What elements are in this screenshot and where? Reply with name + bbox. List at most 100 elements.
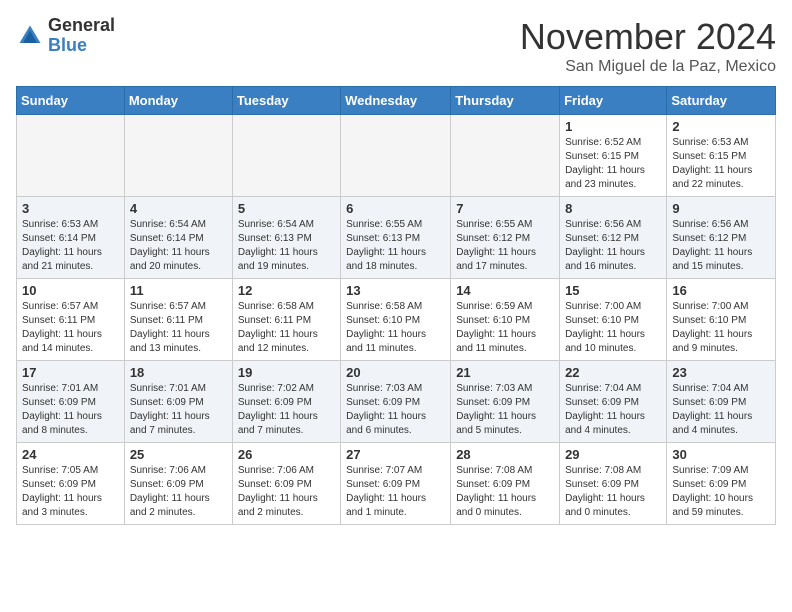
calendar-day-cell: 11Sunrise: 6:57 AM Sunset: 6:11 PM Dayli…: [124, 279, 232, 361]
day-number: 7: [456, 201, 554, 216]
calendar-day-cell: 21 Sunrise: 7:03 AM Sunset: 6:09 PM Dayli…: [451, 361, 560, 443]
day-number: 6: [346, 201, 445, 216]
logo-text: General Blue: [48, 16, 115, 56]
day-number: 24: [22, 447, 119, 462]
day-info: Sunrise: 6:54 AM Sunset: 6:13 PM Dayligh…: [238, 218, 335, 274]
calendar-day-cell: 4Sunrise: 6:54 AM Sunset: 6:14 PM Daylig…: [124, 197, 232, 279]
day-info: Sunrise: 7:03 AM Sunset: 6:09 PM Dayligh…: [456, 382, 554, 438]
day-number: 15: [565, 283, 661, 298]
calendar-day-cell: 2 Sunrise: 6:53 AM Sunset: 6:15 PM Daylig…: [667, 115, 776, 197]
calendar-day-cell: 26 Sunrise: 7:06 AM Sunset: 6:09 PM Dayli…: [232, 443, 340, 525]
day-number: 30: [672, 447, 770, 462]
day-number: 21: [456, 365, 554, 380]
calendar-day-cell: 7Sunrise: 6:55 AM Sunset: 6:12 PM Daylig…: [451, 197, 560, 279]
weekday-header-row: SundayMondayTuesdayWednesdayThursdayFrid…: [17, 87, 776, 115]
weekday-header-friday: Friday: [560, 87, 667, 115]
day-info: Sunrise: 7:02 AM Sunset: 6:09 PM Dayligh…: [238, 382, 335, 438]
calendar-week-row: 3 Sunrise: 6:53 AM Sunset: 6:14 PM Daylig…: [17, 197, 776, 279]
day-info: Sunrise: 6:56 AM Sunset: 6:12 PM Dayligh…: [672, 218, 770, 274]
calendar-day-cell: [451, 115, 560, 197]
day-info: Sunrise: 7:01 AM Sunset: 6:09 PM Dayligh…: [22, 382, 119, 438]
calendar-day-cell: [17, 115, 125, 197]
weekday-header-monday: Monday: [124, 87, 232, 115]
day-info: Sunrise: 7:07 AM Sunset: 6:09 PM Dayligh…: [346, 464, 445, 520]
calendar-week-row: 1 Sunrise: 6:52 AM Sunset: 6:15 PM Daylig…: [17, 115, 776, 197]
day-info: Sunrise: 7:08 AM Sunset: 6:09 PM Dayligh…: [456, 464, 554, 520]
calendar-day-cell: [232, 115, 340, 197]
day-info: Sunrise: 7:05 AM Sunset: 6:09 PM Dayligh…: [22, 464, 119, 520]
day-number: 9: [672, 201, 770, 216]
calendar-day-cell: 5 Sunrise: 6:54 AM Sunset: 6:13 PM Daylig…: [232, 197, 340, 279]
day-info: Sunrise: 6:59 AM Sunset: 6:10 PM Dayligh…: [456, 300, 554, 356]
day-info: Sunrise: 6:58 AM Sunset: 6:10 PM Dayligh…: [346, 300, 445, 356]
logo-general-text: General: [48, 16, 115, 36]
day-info: Sunrise: 6:57 AM Sunset: 6:11 PM Dayligh…: [22, 300, 119, 356]
day-number: 16: [672, 283, 770, 298]
day-number: 19: [238, 365, 335, 380]
location-title: San Miguel de la Paz, Mexico: [520, 58, 776, 76]
calendar-day-cell: 13 Sunrise: 6:58 AM Sunset: 6:10 PM Dayli…: [341, 279, 451, 361]
calendar-day-cell: 15 Sunrise: 7:00 AM Sunset: 6:10 PM Dayli…: [560, 279, 667, 361]
calendar-day-cell: 3 Sunrise: 6:53 AM Sunset: 6:14 PM Daylig…: [17, 197, 125, 279]
calendar-day-cell: 8 Sunrise: 6:56 AM Sunset: 6:12 PM Daylig…: [560, 197, 667, 279]
calendar-week-row: 24 Sunrise: 7:05 AM Sunset: 6:09 PM Dayli…: [17, 443, 776, 525]
day-info: Sunrise: 6:52 AM Sunset: 6:15 PM Dayligh…: [565, 136, 661, 192]
weekday-header-wednesday: Wednesday: [341, 87, 451, 115]
day-number: 26: [238, 447, 335, 462]
day-info: Sunrise: 7:00 AM Sunset: 6:10 PM Dayligh…: [565, 300, 661, 356]
calendar-day-cell: 30 Sunrise: 7:09 AM Sunset: 6:09 PM Dayli…: [667, 443, 776, 525]
calendar-table: SundayMondayTuesdayWednesdayThursdayFrid…: [16, 86, 776, 525]
day-number: 23: [672, 365, 770, 380]
calendar-day-cell: 10Sunrise: 6:57 AM Sunset: 6:11 PM Dayli…: [17, 279, 125, 361]
calendar-day-cell: 25Sunrise: 7:06 AM Sunset: 6:09 PM Dayli…: [124, 443, 232, 525]
day-number: 3: [22, 201, 119, 216]
calendar-day-cell: 19 Sunrise: 7:02 AM Sunset: 6:09 PM Dayli…: [232, 361, 340, 443]
day-number: 13: [346, 283, 445, 298]
day-number: 4: [130, 201, 227, 216]
weekday-header-sunday: Sunday: [17, 87, 125, 115]
month-title: November 2024: [520, 16, 776, 58]
calendar-day-cell: 24 Sunrise: 7:05 AM Sunset: 6:09 PM Dayli…: [17, 443, 125, 525]
weekday-header-thursday: Thursday: [451, 87, 560, 115]
logo-icon: [16, 22, 44, 50]
day-info: Sunrise: 7:09 AM Sunset: 6:09 PM Dayligh…: [672, 464, 770, 520]
day-number: 1: [565, 119, 661, 134]
weekday-header-tuesday: Tuesday: [232, 87, 340, 115]
calendar-day-cell: 27Sunrise: 7:07 AM Sunset: 6:09 PM Dayli…: [341, 443, 451, 525]
calendar-day-cell: 28 Sunrise: 7:08 AM Sunset: 6:09 PM Dayli…: [451, 443, 560, 525]
day-number: 5: [238, 201, 335, 216]
calendar-day-cell: 12Sunrise: 6:58 AM Sunset: 6:11 PM Dayli…: [232, 279, 340, 361]
day-info: Sunrise: 7:06 AM Sunset: 6:09 PM Dayligh…: [238, 464, 335, 520]
calendar-day-cell: 20 Sunrise: 7:03 AM Sunset: 6:09 PM Dayli…: [341, 361, 451, 443]
day-info: Sunrise: 6:55 AM Sunset: 6:13 PM Dayligh…: [346, 218, 445, 274]
logo-blue-text: Blue: [48, 36, 115, 56]
day-number: 28: [456, 447, 554, 462]
calendar-day-cell: 16Sunrise: 7:00 AM Sunset: 6:10 PM Dayli…: [667, 279, 776, 361]
calendar-day-cell: 14Sunrise: 6:59 AM Sunset: 6:10 PM Dayli…: [451, 279, 560, 361]
calendar-day-cell: 22Sunrise: 7:04 AM Sunset: 6:09 PM Dayli…: [560, 361, 667, 443]
day-info: Sunrise: 7:06 AM Sunset: 6:09 PM Dayligh…: [130, 464, 227, 520]
day-info: Sunrise: 6:53 AM Sunset: 6:15 PM Dayligh…: [672, 136, 770, 192]
title-area: November 2024 San Miguel de la Paz, Mexi…: [520, 16, 776, 76]
day-info: Sunrise: 6:53 AM Sunset: 6:14 PM Dayligh…: [22, 218, 119, 274]
day-info: Sunrise: 7:01 AM Sunset: 6:09 PM Dayligh…: [130, 382, 227, 438]
day-number: 8: [565, 201, 661, 216]
calendar-day-cell: [124, 115, 232, 197]
day-info: Sunrise: 7:03 AM Sunset: 6:09 PM Dayligh…: [346, 382, 445, 438]
calendar-day-cell: [341, 115, 451, 197]
calendar-day-cell: 1 Sunrise: 6:52 AM Sunset: 6:15 PM Daylig…: [560, 115, 667, 197]
calendar-day-cell: 23 Sunrise: 7:04 AM Sunset: 6:09 PM Dayli…: [667, 361, 776, 443]
calendar-week-row: 10Sunrise: 6:57 AM Sunset: 6:11 PM Dayli…: [17, 279, 776, 361]
logo: General Blue: [16, 16, 115, 56]
calendar-day-cell: 17Sunrise: 7:01 AM Sunset: 6:09 PM Dayli…: [17, 361, 125, 443]
calendar-day-cell: 9 Sunrise: 6:56 AM Sunset: 6:12 PM Daylig…: [667, 197, 776, 279]
calendar-day-cell: 29Sunrise: 7:08 AM Sunset: 6:09 PM Dayli…: [560, 443, 667, 525]
day-info: Sunrise: 6:56 AM Sunset: 6:12 PM Dayligh…: [565, 218, 661, 274]
day-number: 2: [672, 119, 770, 134]
day-info: Sunrise: 7:04 AM Sunset: 6:09 PM Dayligh…: [672, 382, 770, 438]
day-number: 12: [238, 283, 335, 298]
day-number: 20: [346, 365, 445, 380]
weekday-header-saturday: Saturday: [667, 87, 776, 115]
day-info: Sunrise: 7:04 AM Sunset: 6:09 PM Dayligh…: [565, 382, 661, 438]
day-number: 29: [565, 447, 661, 462]
